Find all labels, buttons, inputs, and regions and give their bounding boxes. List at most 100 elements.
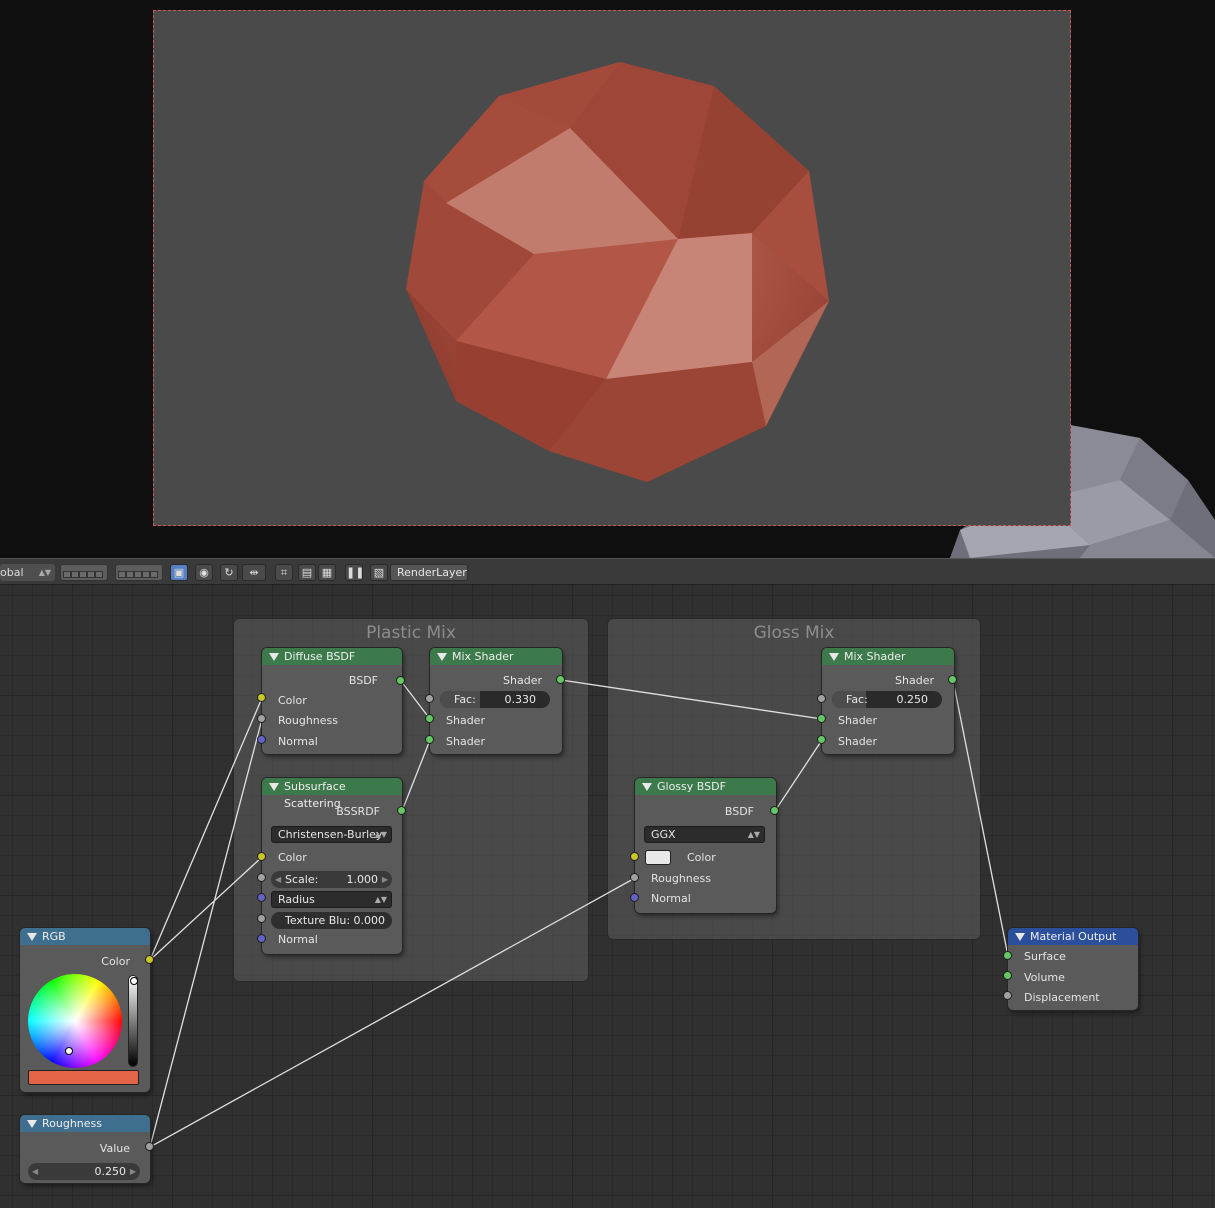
distribution-dropdown[interactable]: GGX ▲▼ — [644, 826, 765, 843]
socket-glossy-color-in[interactable] — [630, 852, 639, 861]
node-editor-header: obal ▲▼ ▣ ◉ ↻ ⇹ ⌗ ▤ ▦ ❚❚ ▧ RenderLayer — [0, 558, 1215, 585]
pause-render-icon[interactable]: ❚❚ — [345, 564, 364, 581]
node-mix-shader-2[interactable]: Mix Shader Shader Fac: 0.250 Shader Shad… — [822, 648, 954, 754]
node-rgb[interactable]: RGB Color — [20, 928, 150, 1092]
socket-rgb-color-out[interactable] — [145, 955, 154, 964]
updown-arrows-icon: ▲▼ — [747, 830, 760, 839]
falloff-dropdown[interactable]: Christensen-Burley ▲▼ — [271, 826, 392, 843]
socket-sss-color-in[interactable] — [257, 852, 266, 861]
input-label: Normal — [278, 933, 318, 946]
socket-sss-radius-in[interactable] — [257, 893, 266, 902]
layer-buttons-left[interactable] — [60, 564, 108, 581]
socket-output-volume-in[interactable] — [1003, 971, 1012, 980]
value-field[interactable]: ◀ 0.250 ▶ — [28, 1163, 140, 1180]
node-roughness-value[interactable]: Roughness Value ◀ 0.250 ▶ — [20, 1115, 150, 1183]
output-label: Shader — [503, 674, 542, 687]
frame-title: Gloss Mix — [753, 623, 835, 643]
node-diffuse-bsdf[interactable]: Diffuse BSDF BSDF Color Roughness Normal — [262, 648, 402, 754]
input-label: Normal — [651, 892, 691, 905]
fac-label: Fac: — [846, 693, 868, 706]
opengl-render-icon[interactable]: ▤ — [298, 564, 316, 581]
output-label: BSSRDF — [336, 805, 380, 818]
node-material-output[interactable]: Material Output Surface Volume Displacem… — [1008, 928, 1138, 1010]
node-header[interactable]: Roughness — [20, 1115, 150, 1132]
socket-mix2-shader-out[interactable] — [948, 675, 957, 684]
output-label: Shader — [895, 674, 934, 687]
right-arrow-icon[interactable]: ▶ — [130, 1163, 136, 1180]
input-label: Shader — [446, 735, 485, 748]
pin-scene-icon[interactable]: ▣ — [170, 564, 188, 581]
node-subsurface-scattering[interactable]: Subsurface Scattering BSSRDF Christensen… — [262, 778, 402, 954]
snap-icon[interactable]: ⌗ — [275, 564, 293, 581]
value-slider[interactable] — [128, 975, 138, 1067]
socket-sss-bssrdf-out[interactable] — [397, 806, 406, 815]
socket-glossy-normal-in[interactable] — [630, 893, 639, 902]
right-arrow-icon[interactable]: ▶ — [382, 871, 388, 888]
falloff-value: Christensen-Burley — [278, 828, 383, 841]
node-header[interactable]: Mix Shader — [822, 648, 954, 665]
texture-blur-label: Texture Blu: 0.000 — [285, 914, 386, 927]
input-label: Color — [278, 851, 307, 864]
node-header[interactable]: Mix Shader — [430, 648, 562, 665]
socket-glossy-bsdf-out[interactable] — [770, 806, 779, 815]
3d-viewport[interactable] — [0, 0, 1215, 558]
socket-mix1-fac-in[interactable] — [425, 694, 434, 703]
socket-diffuse-normal-in[interactable] — [257, 735, 266, 744]
scale-label: Scale: — [285, 873, 319, 886]
node-glossy-bsdf[interactable]: Glossy BSDF BSDF GGX ▲▼ Color Roughness … — [635, 778, 776, 913]
color-wheel-cursor[interactable] — [65, 1047, 73, 1055]
socket-mix2-shader2-in[interactable] — [817, 735, 826, 744]
color-wheel[interactable] — [28, 974, 122, 1068]
node-header[interactable]: Diffuse BSDF — [262, 648, 402, 665]
socket-sss-scale-in[interactable] — [257, 873, 266, 882]
transform-orientation-select[interactable]: obal ▲▼ — [0, 564, 55, 581]
frame-title: Plastic Mix — [366, 623, 456, 643]
socket-mix2-fac-in[interactable] — [817, 694, 826, 703]
socket-sss-normal-in[interactable] — [257, 934, 266, 943]
socket-mix1-shader1-in[interactable] — [425, 714, 434, 723]
node-editor[interactable]: Plastic Mix Gloss Mix Diffuse BSDF BSDF … — [0, 585, 1215, 1208]
node-mix-shader-1[interactable]: Mix Shader Shader Fac: 0.330 Shader Shad… — [430, 648, 562, 754]
radius-label: Radius — [278, 893, 315, 906]
color-preview-bar[interactable] — [28, 1070, 139, 1085]
fac-slider[interactable]: Fac: 0.250 — [832, 691, 942, 708]
scale-field[interactable]: ◀ Scale: 1.000 ▶ — [271, 871, 392, 888]
manipulator-icon[interactable]: ↻ — [220, 564, 238, 581]
socket-mix2-shader1-in[interactable] — [817, 714, 826, 723]
fac-slider[interactable]: Fac: 0.330 — [440, 691, 550, 708]
socket-glossy-roughness-in[interactable] — [630, 873, 639, 882]
updown-arrows-icon: ▲▼ — [38, 568, 51, 577]
opengl-anim-icon[interactable]: ▦ — [318, 564, 336, 581]
left-arrow-icon[interactable]: ◀ — [275, 871, 281, 888]
output-label: BSDF — [348, 674, 378, 687]
node-header[interactable]: Material Output — [1008, 928, 1138, 945]
input-label: Shader — [838, 714, 877, 727]
radius-dropdown[interactable]: Radius ▲▼ — [271, 891, 392, 908]
socket-diffuse-color-in[interactable] — [257, 693, 266, 702]
camera-render-frame — [153, 10, 1071, 526]
node-header[interactable]: RGB — [20, 928, 150, 945]
value-slider-knob[interactable] — [130, 977, 138, 985]
scale-value: 1.000 — [346, 873, 379, 886]
pivot-point-icon[interactable]: ◉ — [195, 564, 213, 581]
socket-mix1-shader2-in[interactable] — [425, 735, 434, 744]
proportional-edit-icon[interactable]: ⇹ — [242, 564, 266, 581]
socket-mix1-shader-out[interactable] — [556, 675, 565, 684]
texture-blur-field[interactable]: Texture Blu: 0.000 — [271, 912, 392, 929]
render-layer-field[interactable]: RenderLayer — [390, 564, 468, 581]
input-label: Normal — [278, 735, 318, 748]
color-swatch[interactable] — [645, 850, 671, 865]
socket-sss-blur-in[interactable] — [257, 914, 266, 923]
left-arrow-icon[interactable]: ◀ — [32, 1163, 38, 1180]
socket-output-surface-in[interactable] — [1003, 951, 1012, 960]
updown-arrows-icon: ▲▼ — [374, 830, 387, 839]
node-header[interactable]: Subsurface Scattering — [262, 778, 402, 810]
socket-output-displacement-in[interactable] — [1003, 991, 1012, 1000]
socket-roughness-value-out[interactable] — [145, 1142, 154, 1151]
input-label: Roughness — [651, 872, 712, 885]
output-label: Value — [99, 1142, 130, 1155]
layer-buttons-right[interactable] — [115, 564, 163, 581]
socket-diffuse-bsdf-out[interactable] — [396, 676, 405, 685]
socket-diffuse-roughness-in[interactable] — [257, 714, 266, 723]
node-header[interactable]: Glossy BSDF — [635, 778, 776, 795]
